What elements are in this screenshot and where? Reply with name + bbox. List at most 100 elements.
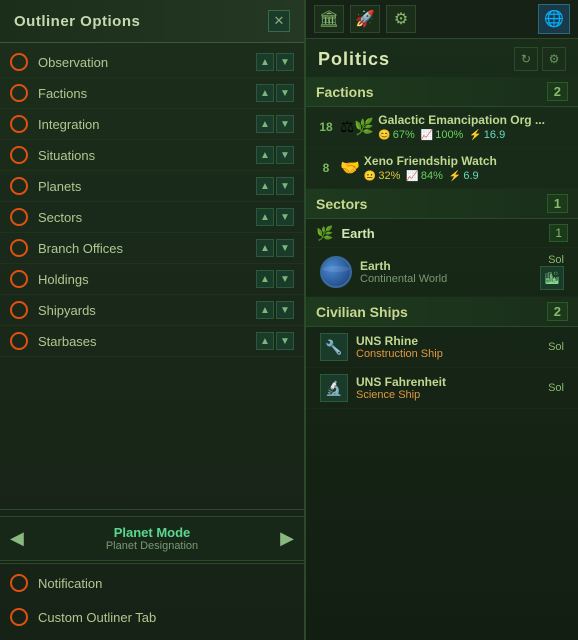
planet-mode-sublabel: Planet Designation (106, 540, 198, 552)
arrow-down-branch-offices[interactable]: ▼ (276, 239, 294, 257)
indicator-factions (10, 84, 28, 102)
faction-stat-approval-1: 📈 84% (406, 170, 442, 182)
indicator-integration (10, 115, 28, 133)
planet-prev-button[interactable]: ◀ (10, 528, 24, 549)
toolbar-icon-building[interactable]: 🏛 (314, 5, 344, 33)
arrows-branch-offices: ▲ ▼ (256, 239, 294, 257)
sidebar-item-factions[interactable]: Factions ▲ ▼ (0, 78, 304, 109)
arrow-down-factions[interactable]: ▼ (276, 84, 294, 102)
factions-section-header: Factions 2 (306, 77, 578, 107)
arrow-down-observation[interactable]: ▼ (276, 53, 294, 71)
faction-item-1[interactable]: 8 🤝 Xeno Friendship Watch 😐 32% 📈 84% ⚡ (306, 148, 578, 189)
arrow-down-situations[interactable]: ▼ (276, 146, 294, 164)
refresh-button[interactable]: ↻ (514, 47, 538, 71)
sidebar-item-holdings[interactable]: Holdings ▲ ▼ (0, 264, 304, 295)
ship-info-fahrenheit: UNS Fahrenheit Science Ship (356, 375, 540, 401)
earth-subsector-count: 1 (549, 224, 568, 242)
arrow-down-sectors[interactable]: ▼ (276, 208, 294, 226)
indicator-custom-tab (10, 608, 28, 626)
faction-stat-happiness-1: 😐 32% (364, 170, 400, 182)
arrow-down-starbases[interactable]: ▼ (276, 332, 294, 350)
right-panel: 🏛 🚀 ⚙ 🌐 Politics ↻ ⚙ Factions 2 18 ⚖🌿 Ga… (305, 0, 578, 640)
label-planets: Planets (38, 179, 256, 194)
power-value-0: 16.9 (484, 129, 505, 141)
faction-number-1: 8 (316, 161, 336, 175)
label-custom-tab: Custom Outliner Tab (38, 610, 294, 625)
sidebar-item-integration[interactable]: Integration ▲ ▼ (0, 109, 304, 140)
civilian-ships-title: Civilian Ships (316, 304, 408, 320)
ship-name-fahrenheit: UNS Fahrenheit (356, 375, 540, 389)
power-icon-1: ⚡ (449, 171, 461, 182)
faction-item-0[interactable]: 18 ⚖🌿 Galactic Emancipation Org ... 😊 67… (306, 107, 578, 148)
civilian-ships-section-header: Civilian Ships 2 (306, 297, 578, 327)
planet-action-earth[interactable]: 🏙 (540, 266, 564, 290)
panel-title-bar: Outliner Options ✕ (0, 0, 304, 43)
arrow-up-integration[interactable]: ▲ (256, 115, 274, 133)
ship-row-rhine[interactable]: 🔧 UNS Rhine Construction Ship Sol (306, 327, 578, 368)
happiness-value-1: 32% (378, 170, 400, 182)
arrow-up-observation[interactable]: ▲ (256, 53, 274, 71)
ship-location-rhine: Sol (548, 341, 564, 353)
factions-section-title: Factions (316, 84, 374, 100)
arrow-up-planets[interactable]: ▲ (256, 177, 274, 195)
arrow-down-shipyards[interactable]: ▼ (276, 301, 294, 319)
indicator-notification (10, 574, 28, 592)
arrow-down-integration[interactable]: ▼ (276, 115, 294, 133)
power-icon-0: ⚡ (469, 130, 481, 141)
power-value-1: 6.9 (463, 170, 478, 182)
ship-row-fahrenheit[interactable]: 🔬 UNS Fahrenheit Science Ship Sol (306, 368, 578, 409)
panel-title-text: Outliner Options (14, 13, 140, 30)
toolbar-icon-gear[interactable]: ⚙ (386, 5, 416, 33)
sectors-section-title: Sectors (316, 196, 367, 212)
ship-type-rhine: Construction Ship (356, 348, 540, 360)
planet-mode-section: ◀ Planet Mode Planet Designation ▶ (0, 516, 304, 561)
arrows-shipyards: ▲ ▼ (256, 301, 294, 319)
earth-subsector-row[interactable]: 🌿 Earth 1 (306, 219, 578, 248)
label-observation: Observation (38, 55, 256, 70)
arrow-up-starbases[interactable]: ▲ (256, 332, 274, 350)
politics-title-text: Politics (318, 49, 390, 70)
bottom-section: ◀ Planet Mode Planet Designation ▶ Notif… (0, 509, 304, 640)
arrows-factions: ▲ ▼ (256, 84, 294, 102)
label-factions: Factions (38, 86, 256, 101)
faction-icon-0: ⚖🌿 (340, 117, 374, 137)
sidebar-item-planets[interactable]: Planets ▲ ▼ (0, 171, 304, 202)
indicator-starbases (10, 332, 28, 350)
ship-location-fahrenheit: Sol (548, 382, 564, 394)
arrow-up-factions[interactable]: ▲ (256, 84, 274, 102)
sidebar-item-notification[interactable]: Notification (0, 566, 304, 600)
faction-info-0: Galactic Emancipation Org ... 😊 67% 📈 10… (378, 113, 568, 141)
toolbar-icon-ship[interactable]: 🚀 (350, 5, 380, 33)
sidebar-item-custom-tab[interactable]: Custom Outliner Tab (0, 600, 304, 634)
sidebar-item-situations[interactable]: Situations ▲ ▼ (0, 140, 304, 171)
top-toolbar: 🏛 🚀 ⚙ 🌐 (306, 0, 578, 39)
sidebar-item-shipyards[interactable]: Shipyards ▲ ▼ (0, 295, 304, 326)
arrow-down-holdings[interactable]: ▼ (276, 270, 294, 288)
sidebar-item-starbases[interactable]: Starbases ▲ ▼ (0, 326, 304, 357)
planet-next-button[interactable]: ▶ (280, 528, 294, 549)
toolbar-globe-button[interactable]: 🌐 (538, 4, 570, 34)
outliner-items-list: Observation ▲ ▼ Factions ▲ ▼ Integration… (0, 43, 304, 509)
sidebar-item-observation[interactable]: Observation ▲ ▼ (0, 47, 304, 78)
arrow-up-shipyards[interactable]: ▲ (256, 301, 274, 319)
arrow-up-branch-offices[interactable]: ▲ (256, 239, 274, 257)
politics-actions: ↻ ⚙ (514, 47, 566, 71)
planet-row-earth[interactable]: Earth Continental World Sol 🏙 (306, 248, 578, 297)
planet-name-earth: Earth (360, 259, 532, 273)
arrow-up-sectors[interactable]: ▲ (256, 208, 274, 226)
earth-subsector-name: Earth (341, 226, 374, 241)
close-button[interactable]: ✕ (268, 10, 290, 32)
faction-name-0: Galactic Emancipation Org ... (378, 113, 568, 127)
arrow-down-planets[interactable]: ▼ (276, 177, 294, 195)
planet-mode-text: Planet Mode Planet Designation (106, 525, 198, 552)
sidebar-item-sectors[interactable]: Sectors ▲ ▼ (0, 202, 304, 233)
sidebar-item-branch-offices[interactable]: Branch Offices ▲ ▼ (0, 233, 304, 264)
arrow-up-situations[interactable]: ▲ (256, 146, 274, 164)
label-notification: Notification (38, 576, 294, 591)
settings-button[interactable]: ⚙ (542, 47, 566, 71)
sectors-section-header: Sectors 1 (306, 189, 578, 219)
faction-stats-1: 😐 32% 📈 84% ⚡ 6.9 (364, 170, 568, 182)
label-starbases: Starbases (38, 334, 256, 349)
planet-location-earth: Sol (540, 254, 564, 266)
arrow-up-holdings[interactable]: ▲ (256, 270, 274, 288)
